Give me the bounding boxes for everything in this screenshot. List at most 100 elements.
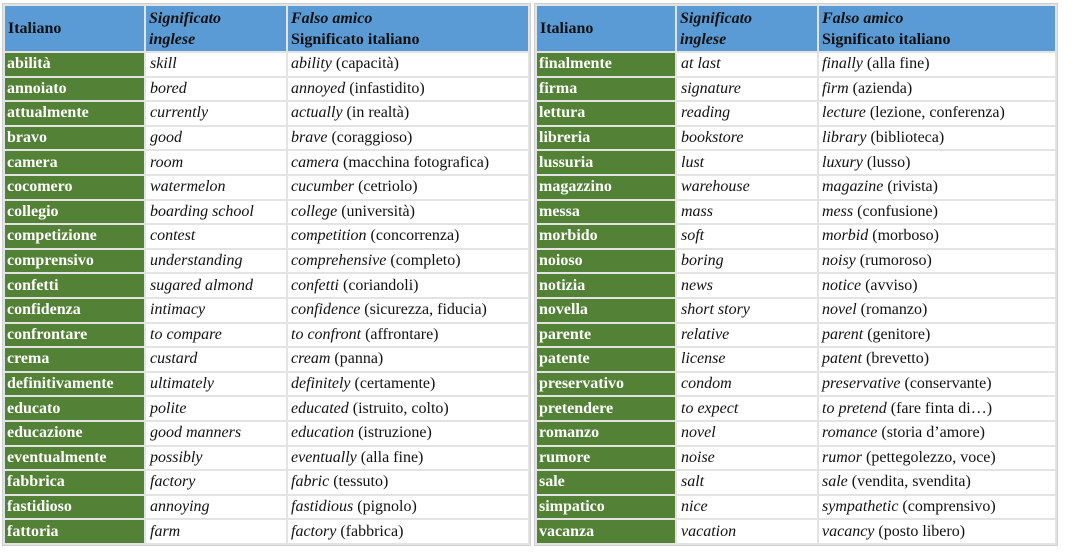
table-row: competizione contest competition (concorre… [5,225,528,248]
false-friend-cell: sale (vendita, svendita) [819,471,1055,494]
false-friend-word: education [291,424,355,442]
italian-word: magazzino [537,175,675,199]
italian-word: collegio [5,200,144,224]
table-row: comprensivo understanding comprehensive (c… [5,249,528,273]
false-friend-word: educated [291,399,349,417]
english-meaning: signature [677,77,817,101]
false-friend-word: definitely [291,375,351,393]
table-row: finalmente at last finally (alla fine) [537,53,1055,76]
english-meaning: boarding school [146,200,286,224]
table-row: educato polite educated (istruito, colto) [5,397,528,420]
false-friend-word: college [291,202,338,220]
english-meaning: bookstore [677,126,817,150]
false-friend-cell: actually (in realtà) [288,102,528,125]
false-friend-word: finally [822,55,863,73]
italian-meaning: (infastidito) [349,79,425,97]
italian-word: comprensivo [5,249,144,273]
false-friend-cell: morbid (morboso) [819,225,1055,248]
false-friend-word: actually [291,104,343,122]
italian-word: attualmente [5,102,144,125]
header-italiano: Italiano [5,6,144,51]
false-friend-cell: education (istruzione) [288,421,528,445]
english-meaning: room [146,151,286,174]
italian-word: fabbrica [5,471,144,494]
table-row: cocomero watermelon cucumber (cetriolo) [5,175,528,199]
italian-meaning: (biblioteca) [870,129,945,147]
italian-meaning: (affrontare) [365,325,439,343]
false-friend-cell: brave (coraggioso) [288,126,528,150]
english-meaning: good [146,126,286,150]
italian-word: abilità [5,53,144,76]
false-friend-word: ability [291,55,332,73]
false-friend-cell: mess (confusione) [819,200,1055,224]
false-friend-cell: definitely (certamente) [288,372,528,396]
table-row: fabbrica factory fabric (tessuto) [5,471,528,494]
false-friend-cell: luxury (lusso) [819,151,1055,174]
italian-word: preservativo [537,372,675,396]
italian-meaning: (università) [341,202,415,220]
italian-meaning: (pettegolezzo, voce) [866,448,996,466]
italian-meaning: (capacità) [335,55,399,73]
false-friend-word: sale [822,473,848,491]
table-row: eventualmente possibly eventually (alla fi… [5,446,528,470]
table-row: collegio boarding school college (universi… [5,200,528,224]
false-friend-word: parent [822,325,864,343]
false-friend-cell: parent (genitore) [819,323,1055,347]
english-meaning: short story [677,298,817,322]
italian-word: patente [537,348,675,371]
english-meaning: to compare [146,323,286,347]
italian-word: cocomero [5,175,144,199]
false-friends-table-right: Italiano Significato inglese Falso amico… [534,3,1058,546]
false-friend-word: novel [822,301,857,319]
english-meaning: possibly [146,446,286,470]
italian-word: parente [537,323,675,347]
table-row: preservativo condom preservative (conserva… [537,372,1055,396]
header-falso-amico-line1: Falso amico [822,9,904,27]
header-falso-amico: Falso amico Significato italiano [288,6,528,51]
italian-meaning: (cetriolo) [358,178,418,196]
table-row: morbido soft morbid (morboso) [537,225,1055,248]
italian-meaning: (fabbrica) [340,522,404,540]
false-friend-word: annoyed [291,79,346,97]
false-friend-word: preservative [822,375,901,393]
italian-word: simpatico [537,495,675,519]
italian-meaning: (tessuto) [333,473,389,491]
italian-meaning: (istruzione) [358,424,432,442]
table-body-left: abilità skill ability (capacità) annoiato bo… [5,53,528,543]
italian-meaning: (fare finta di…) [890,399,993,417]
false-friend-word: romance [822,424,878,442]
false-friend-cell: patent (brevetto) [819,348,1055,371]
header-significato-inglese-line1: Significato [680,9,753,27]
table-row: novella short story novel (romanzo) [537,298,1055,322]
false-friend-word: camera [291,153,339,171]
italian-meaning: (posto libero) [878,522,966,540]
italian-word: educazione [5,421,144,445]
table-row: camera room camera (macchina fotografica) [5,151,528,174]
false-friend-word: eventually [291,448,357,466]
false-friend-cell: lecture (lezione, conferenza) [819,102,1055,125]
table-row: confetti sugared almond confetti (coriando… [5,274,528,297]
header-significato-inglese-line2: inglese [149,30,196,48]
italian-meaning: (rumoroso) [859,252,932,270]
italian-meaning: (concorrenza) [370,227,460,245]
table-header-row: Italiano Significato inglese Falso amico… [537,6,1055,51]
table-header-row: Italiano Significato inglese Falso amico… [5,6,528,51]
false-friends-table-left: Italiano Significato inglese Falso amico… [2,3,531,546]
italian-meaning: (rivista) [887,178,938,196]
english-meaning: factory [146,471,286,494]
false-friend-cell: novel (romanzo) [819,298,1055,322]
false-friend-word: to confront [291,325,362,343]
english-meaning: relative [677,323,817,347]
false-friend-word: fastidious [291,497,354,515]
header-falso-amico: Falso amico Significato italiano [819,6,1055,51]
english-meaning: polite [146,397,286,420]
false-friend-cell: preservative (conservante) [819,372,1055,396]
false-friend-cell: fastidious (pignolo) [288,495,528,519]
header-significato-inglese: Significato inglese [677,6,817,51]
false-friend-cell: confidence (sicurezza, fiducia) [288,298,528,322]
false-friend-word: patent [822,350,862,368]
italian-word: camera [5,151,144,174]
italian-meaning: (comprensivo) [902,497,996,515]
italian-word: sale [537,471,675,494]
table-row: educazione good manners education (istruzi… [5,421,528,445]
